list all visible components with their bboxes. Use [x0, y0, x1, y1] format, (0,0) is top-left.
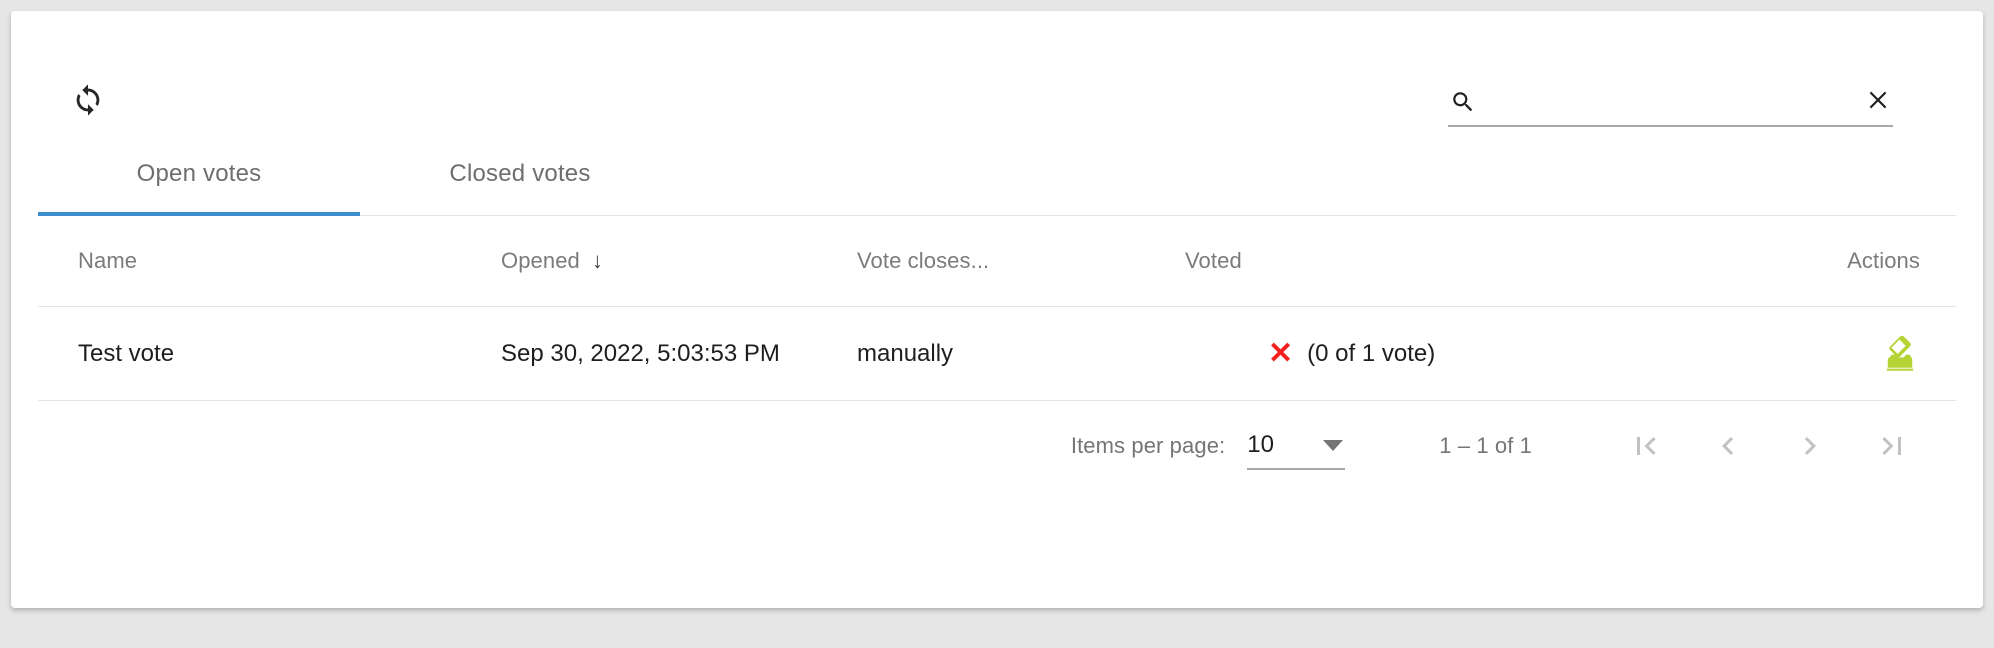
paginator: Items per page: 10 1 – 1 of 1 [38, 401, 1956, 491]
sort-descending-icon: ↓ [591, 247, 603, 273]
vote-name: Test vote [78, 339, 175, 367]
column-header-opened[interactable]: Opened ↓ [493, 248, 849, 274]
voted-count-label: (0 of 1 vote) [1307, 339, 1436, 367]
next-page-button[interactable] [1782, 418, 1838, 474]
close-icon [1865, 87, 1891, 118]
tab-open-votes-label: Open votes [136, 160, 262, 187]
chevron-down-icon [1323, 440, 1344, 451]
search-clear-button[interactable] [1863, 87, 1893, 117]
refresh-button[interactable] [66, 78, 110, 122]
vote-action-button[interactable] [1874, 328, 1926, 380]
items-per-page-label: Items per page: [1070, 433, 1226, 458]
cell-vote-closes: manually [849, 340, 1171, 368]
first-page-icon [1628, 428, 1664, 464]
pagination-buttons [1618, 418, 1920, 474]
tab-closed-votes[interactable]: Closed votes [360, 133, 680, 215]
toolbar [11, 11, 1983, 133]
column-header-actions: Actions [1606, 248, 1956, 274]
cell-actions [1606, 328, 1956, 380]
search-icon [1450, 89, 1476, 115]
previous-page-button[interactable] [1700, 418, 1756, 474]
items-per-page-value: 10 [1247, 431, 1274, 458]
x-mark-icon: ✕ [1268, 336, 1294, 370]
votes-card: Open votes Closed votes Name Opened ↓ Vo… [11, 11, 1983, 608]
column-header-voted: Voted [1171, 248, 1606, 274]
column-header-actions-label: Actions [1847, 247, 1920, 273]
how-to-vote-icon [1879, 331, 1921, 376]
table-header-row: Name Opened ↓ Vote closes... Voted Actio… [38, 215, 1956, 307]
search-underline [1448, 125, 1893, 127]
search-field [1448, 79, 1893, 127]
last-page-icon [1874, 428, 1910, 464]
cell-voted: ✕ (0 of 1 vote) [1171, 336, 1606, 370]
refresh-icon [71, 83, 105, 117]
page-range-label: 1 – 1 of 1 [1439, 433, 1532, 458]
last-page-button[interactable] [1864, 418, 1920, 474]
search-input[interactable] [1490, 83, 1830, 117]
table-row[interactable]: Test vote Sep 30, 2022, 5:03:53 PM manua… [38, 307, 1956, 401]
column-header-voted-label: Voted [1185, 247, 1242, 273]
vote-opened: Sep 30, 2022, 5:03:53 PM [501, 339, 780, 367]
votes-table: Name Opened ↓ Vote closes... Voted Actio… [38, 215, 1956, 401]
cell-name: Test vote [38, 340, 493, 368]
tab-closed-votes-label: Closed votes [449, 160, 591, 187]
tab-open-votes[interactable]: Open votes [38, 133, 360, 215]
tab-bar: Open votes Closed votes [38, 133, 1956, 216]
chevron-right-icon [1792, 428, 1828, 464]
column-header-name[interactable]: Name [38, 248, 493, 274]
voted-status: ✕ (0 of 1 vote) [1268, 336, 1436, 370]
first-page-button[interactable] [1618, 418, 1674, 474]
column-header-vote-closes-label: Vote closes... [857, 247, 990, 273]
chevron-left-icon [1710, 428, 1746, 464]
column-header-vote-closes[interactable]: Vote closes... [849, 248, 1171, 274]
vote-closes: manually [857, 339, 954, 367]
items-per-page-select[interactable]: 10 [1247, 422, 1346, 470]
column-header-name-label: Name [78, 247, 138, 273]
column-header-opened-label: Opened [501, 247, 580, 273]
cell-opened: Sep 30, 2022, 5:03:53 PM [493, 340, 849, 368]
